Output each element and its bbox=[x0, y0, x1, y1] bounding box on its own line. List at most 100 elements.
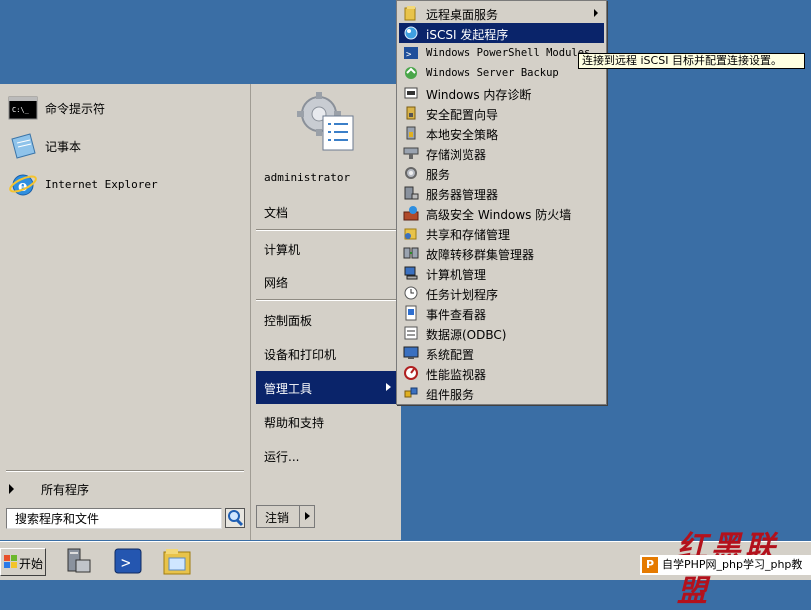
chevron-right-icon bbox=[386, 383, 391, 391]
admin-item-performance-monitor[interactable]: 性能监视器 bbox=[399, 363, 604, 383]
start-item-label: 控制面板 bbox=[264, 314, 313, 328]
start-item-devices-printers[interactable]: 设备和打印机 bbox=[256, 338, 399, 368]
pinned-item-label: Internet Explorer bbox=[45, 177, 158, 191]
admin-item-label: 故障转移群集管理器 bbox=[426, 248, 535, 262]
admin-item-memory-diagnostic[interactable]: Windows 内存诊断 bbox=[399, 83, 604, 103]
powershell-icon[interactable]: > bbox=[112, 546, 144, 576]
php-logo-icon: P bbox=[642, 557, 658, 573]
start-button-label: 开始 bbox=[19, 557, 44, 571]
admin-item-label: Windows PowerShell Modules bbox=[426, 47, 591, 59]
admin-item-security-config-wizard[interactable]: 安全配置向导 bbox=[399, 103, 604, 123]
admin-item-label: 安全配置向导 bbox=[426, 108, 499, 122]
left-pane-separator bbox=[6, 470, 244, 472]
component-services-icon bbox=[403, 385, 419, 401]
start-item-label: 网络 bbox=[264, 276, 289, 290]
start-menu-right-pane: administrator 文档 计算机 网络 控制面板 设备和打印机 管理工具… bbox=[251, 84, 401, 540]
right-pane-separator bbox=[256, 299, 399, 301]
right-pane-separator bbox=[256, 229, 399, 231]
powershell-icon: > bbox=[403, 45, 419, 61]
start-menu-left-pane: C:\_ 命令提示符 记事本 e Internet Explorer 所有程序 bbox=[0, 84, 251, 540]
folder-icon bbox=[403, 5, 419, 21]
start-item-computer[interactable]: 计算机 bbox=[256, 233, 399, 263]
backup-icon bbox=[403, 65, 419, 81]
admin-item-remote-desktop-services[interactable]: 远程桌面服务 bbox=[399, 3, 604, 23]
admin-item-share-storage-mgmt[interactable]: 共享和存储管理 bbox=[399, 223, 604, 243]
admin-item-label: 本地安全策略 bbox=[426, 128, 499, 142]
admin-item-event-viewer[interactable]: 事件查看器 bbox=[399, 303, 604, 323]
admin-item-advanced-firewall[interactable]: 高级安全 Windows 防火墙 bbox=[399, 203, 604, 223]
pinned-item-label: 记事本 bbox=[45, 139, 82, 154]
performance-icon bbox=[403, 365, 419, 381]
clock-icon bbox=[403, 285, 419, 301]
admin-item-label: iSCSI 发起程序 bbox=[426, 28, 509, 42]
windows-logo-icon bbox=[4, 555, 18, 569]
search-input[interactable] bbox=[6, 508, 222, 529]
logoff-button[interactable]: 注销 bbox=[265, 509, 289, 526]
admin-item-storage-explorer[interactable]: 存储浏览器 bbox=[399, 143, 604, 163]
start-item-label: 帮助和支持 bbox=[264, 416, 325, 430]
svg-text:>: > bbox=[406, 50, 412, 60]
admin-item-label: 组件服务 bbox=[426, 388, 475, 402]
shutdown-options-arrow-icon[interactable] bbox=[305, 512, 310, 520]
memory-icon bbox=[403, 85, 419, 101]
admin-item-local-security-policy[interactable]: 本地安全策略 bbox=[399, 123, 604, 143]
admin-item-task-scheduler[interactable]: 任务计划程序 bbox=[399, 283, 604, 303]
chevron-right-icon bbox=[594, 9, 598, 17]
admin-item-iscsi-initiator[interactable]: iSCSI 发起程序 bbox=[399, 23, 604, 43]
admin-item-label: 数据源(ODBC) bbox=[426, 328, 507, 342]
event-viewer-icon bbox=[403, 305, 419, 321]
server-manager-icon bbox=[403, 185, 419, 201]
admin-item-computer-management[interactable]: 计算机管理 bbox=[399, 263, 604, 283]
admin-item-label: 事件查看器 bbox=[426, 308, 487, 322]
tooltip: 连接到远程 iSCSI 目标并配置连接设置。 bbox=[578, 53, 805, 69]
notepad-icon bbox=[8, 131, 38, 161]
svg-text:C:\_: C:\_ bbox=[12, 106, 30, 114]
search-button[interactable] bbox=[225, 508, 245, 528]
admin-item-failover-cluster-manager[interactable]: 故障转移群集管理器 bbox=[399, 243, 604, 263]
admin-item-services[interactable]: 服务 bbox=[399, 163, 604, 183]
pinned-item-notepad[interactable]: 记事本 bbox=[0, 129, 250, 163]
admin-item-system-configuration[interactable]: 系统配置 bbox=[399, 343, 604, 363]
pinned-item-internet-explorer[interactable]: e Internet Explorer bbox=[0, 167, 250, 201]
all-programs-item[interactable]: 所有程序 bbox=[0, 479, 250, 501]
internet-explorer-icon: e bbox=[8, 169, 38, 199]
admin-item-label: Windows 内存诊断 bbox=[426, 88, 532, 102]
start-item-run[interactable]: 运行... bbox=[256, 440, 399, 470]
services-icon bbox=[403, 165, 419, 181]
start-item-documents[interactable]: 文档 bbox=[256, 196, 399, 226]
admin-item-label: 计算机管理 bbox=[426, 268, 487, 282]
admin-item-powershell-modules[interactable]: > Windows PowerShell Modules bbox=[399, 43, 604, 63]
start-item-control-panel[interactable]: 控制面板 bbox=[256, 304, 399, 334]
logoff-split-divider bbox=[299, 506, 300, 527]
iscsi-icon bbox=[403, 25, 419, 41]
pinned-item-label: 命令提示符 bbox=[45, 101, 106, 116]
start-item-help-support[interactable]: 帮助和支持 bbox=[256, 406, 399, 436]
admin-item-server-backup[interactable]: Windows Server Backup bbox=[399, 63, 604, 83]
start-item-admin-tools[interactable]: 管理工具 bbox=[256, 371, 399, 404]
pinned-item-command-prompt[interactable]: C:\_ 命令提示符 bbox=[0, 91, 250, 125]
start-menu: C:\_ 命令提示符 记事本 e Internet Explorer 所有程序 bbox=[0, 84, 401, 540]
share-icon bbox=[403, 225, 419, 241]
computer-management-icon bbox=[403, 265, 419, 281]
server-manager-icon[interactable] bbox=[62, 546, 94, 576]
admin-item-label: 任务计划程序 bbox=[426, 288, 499, 302]
triangle-right-icon bbox=[9, 484, 14, 494]
start-item-network[interactable]: 网络 bbox=[256, 266, 399, 296]
user-avatar-icon bbox=[293, 88, 359, 154]
admin-item-label: 性能监视器 bbox=[426, 368, 487, 382]
site-caption: P 自学PHP网_php学习_php教 bbox=[640, 555, 811, 575]
explorer-icon[interactable] bbox=[161, 546, 193, 576]
logoff-button-group: 注销 bbox=[256, 505, 315, 528]
admin-item-component-services[interactable]: 组件服务 bbox=[399, 383, 604, 403]
system-config-icon bbox=[403, 345, 419, 361]
cluster-icon bbox=[403, 245, 419, 261]
start-item-label: 运行... bbox=[264, 450, 300, 464]
user-name[interactable]: administrator bbox=[264, 171, 350, 184]
admin-item-odbc[interactable]: 数据源(ODBC) bbox=[399, 323, 604, 343]
start-button[interactable]: 开始 bbox=[0, 548, 46, 576]
admin-item-label: 服务 bbox=[426, 168, 451, 182]
start-item-label: 计算机 bbox=[264, 243, 301, 257]
admin-item-server-manager[interactable]: 服务器管理器 bbox=[399, 183, 604, 203]
start-item-label: 设备和打印机 bbox=[264, 348, 337, 362]
admin-item-label: 系统配置 bbox=[426, 348, 475, 362]
